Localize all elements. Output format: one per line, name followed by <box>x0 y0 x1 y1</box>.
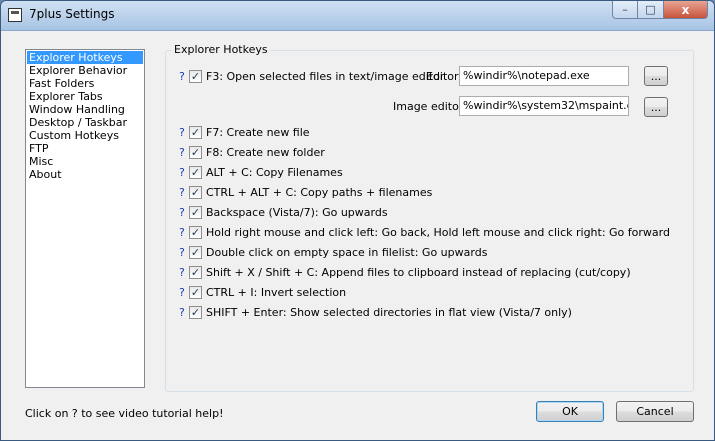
settings-window: 7plus Settings – □ x Explorer Hotkeys Ex… <box>0 0 715 441</box>
nav-item-misc[interactable]: Misc <box>27 155 143 168</box>
option-row: ? ✓ ALT + C: Copy Filenames <box>179 164 343 180</box>
group-title: Explorer Hotkeys <box>172 43 270 56</box>
option-row: ? ✓ CTRL + ALT + C: Copy paths + filenam… <box>179 184 432 200</box>
check-icon: ✓ <box>190 245 201 259</box>
nav-item-fast-folders[interactable]: Fast Folders <box>27 77 143 90</box>
editor-browse-button[interactable]: ... <box>644 66 668 86</box>
option-label: Double click on empty space in filelist:… <box>206 245 488 259</box>
nav-item-explorer-tabs[interactable]: Explorer Tabs <box>27 90 143 103</box>
option-row: ? ✓ Double click on empty space in filel… <box>179 244 487 260</box>
option-label: CTRL + ALT + C: Copy paths + filenames <box>206 185 433 199</box>
nav-item-explorer-behavior[interactable]: Explorer Behavior <box>27 64 143 77</box>
option-label: Backspace (Vista/7): Go upwards <box>206 205 388 219</box>
check-icon: ✓ <box>190 125 201 139</box>
option-label: F3: Open selected files in text/image ed… <box>206 69 445 83</box>
close-icon: x <box>681 2 690 17</box>
check-icon: ✓ <box>190 69 201 83</box>
maximize-icon: □ <box>645 3 656 16</box>
window-title: 7plus Settings <box>29 7 115 21</box>
editor-label: Editor: <box>426 70 463 83</box>
close-button[interactable]: x <box>664 1 708 19</box>
option-label: Shift + X / Shift + C: Append files to c… <box>206 265 631 279</box>
help-link[interactable]: ? <box>179 306 189 319</box>
option-row: ? ✓ F7: Create new file <box>179 124 310 140</box>
check-icon: ✓ <box>190 285 201 299</box>
maximize-button[interactable]: □ <box>638 1 664 19</box>
editor-path-input[interactable]: %windir%\notepad.exe <box>459 66 629 86</box>
check-icon: ✓ <box>190 185 201 199</box>
option-checkbox[interactable]: ✓ <box>189 125 202 139</box>
option-checkbox[interactable]: ✓ <box>189 185 202 199</box>
option-row: ? ✓ F8: Create new folder <box>179 144 325 160</box>
option-label: ALT + C: Copy Filenames <box>206 165 343 179</box>
option-checkbox[interactable]: ✓ <box>189 245 202 259</box>
client-area: Explorer Hotkeys Explorer Behavior Fast … <box>9 31 706 433</box>
window-controls: – □ x <box>612 1 708 21</box>
option-row: ? ✓ SHIFT + Enter: Show selected directo… <box>179 304 572 320</box>
help-link[interactable]: ? <box>179 266 189 279</box>
nav-item-ftp[interactable]: FTP <box>27 142 143 155</box>
help-link[interactable]: ? <box>179 226 189 239</box>
tutorial-help-hint: Click on ? to see video tutorial help! <box>25 407 224 420</box>
option-row: ? ✓ F3: Open selected files in text/imag… <box>179 68 444 84</box>
option-checkbox[interactable]: ✓ <box>189 205 202 219</box>
help-link[interactable]: ? <box>179 186 189 199</box>
image-editor-label: Image editor: <box>393 100 467 113</box>
option-label: Hold right mouse and click left: Go back… <box>206 225 670 239</box>
option-checkbox[interactable]: ✓ <box>189 305 202 319</box>
cancel-button[interactable]: Cancel <box>616 401 694 422</box>
nav-item-window-handling[interactable]: Window Handling <box>27 103 143 116</box>
nav-item-about[interactable]: About <box>27 168 143 181</box>
nav-item-explorer-hotkeys[interactable]: Explorer Hotkeys <box>27 51 143 64</box>
help-link[interactable]: ? <box>179 126 189 139</box>
option-row: ? ✓ Hold right mouse and click left: Go … <box>179 224 670 240</box>
help-link[interactable]: ? <box>179 70 189 83</box>
check-icon: ✓ <box>190 145 201 159</box>
image-editor-browse-button[interactable]: ... <box>644 97 668 117</box>
help-link[interactable]: ? <box>179 246 189 259</box>
minimize-icon: – <box>622 3 628 16</box>
option-checkbox[interactable]: ✓ <box>189 265 202 279</box>
option-row: ? ✓ CTRL + I: Invert selection <box>179 284 346 300</box>
nav-item-custom-hotkeys[interactable]: Custom Hotkeys <box>27 129 143 142</box>
help-link[interactable]: ? <box>179 166 189 179</box>
check-icon: ✓ <box>190 305 201 319</box>
check-icon: ✓ <box>190 225 201 239</box>
check-icon: ✓ <box>190 205 201 219</box>
help-link[interactable]: ? <box>179 146 189 159</box>
settings-category-list[interactable]: Explorer Hotkeys Explorer Behavior Fast … <box>25 49 145 388</box>
image-editor-path-input[interactable]: %windir%\system32\mspaint.exe <box>459 96 629 116</box>
minimize-button[interactable]: – <box>612 1 638 19</box>
option-checkbox[interactable]: ✓ <box>189 285 202 299</box>
option-checkbox[interactable]: ✓ <box>189 165 202 179</box>
option-checkbox[interactable]: ✓ <box>189 145 202 159</box>
title-bar[interactable]: 7plus Settings – □ x <box>1 1 714 31</box>
option-label: SHIFT + Enter: Show selected directories… <box>206 305 572 319</box>
option-label: CTRL + I: Invert selection <box>206 285 347 299</box>
help-link[interactable]: ? <box>179 206 189 219</box>
ok-button[interactable]: OK <box>536 401 604 422</box>
option-checkbox[interactable]: ✓ <box>189 225 202 239</box>
check-icon: ✓ <box>190 265 201 279</box>
option-label: F7: Create new file <box>206 125 310 139</box>
app-icon <box>8 8 22 22</box>
help-link[interactable]: ? <box>179 286 189 299</box>
check-icon: ✓ <box>190 165 201 179</box>
option-checkbox[interactable]: ✓ <box>189 69 202 83</box>
option-row: ? ✓ Backspace (Vista/7): Go upwards <box>179 204 388 220</box>
option-label: F8: Create new folder <box>206 145 325 159</box>
option-row: ? ✓ Shift + X / Shift + C: Append files … <box>179 264 631 280</box>
nav-item-desktop-taskbar[interactable]: Desktop / Taskbar <box>27 116 143 129</box>
